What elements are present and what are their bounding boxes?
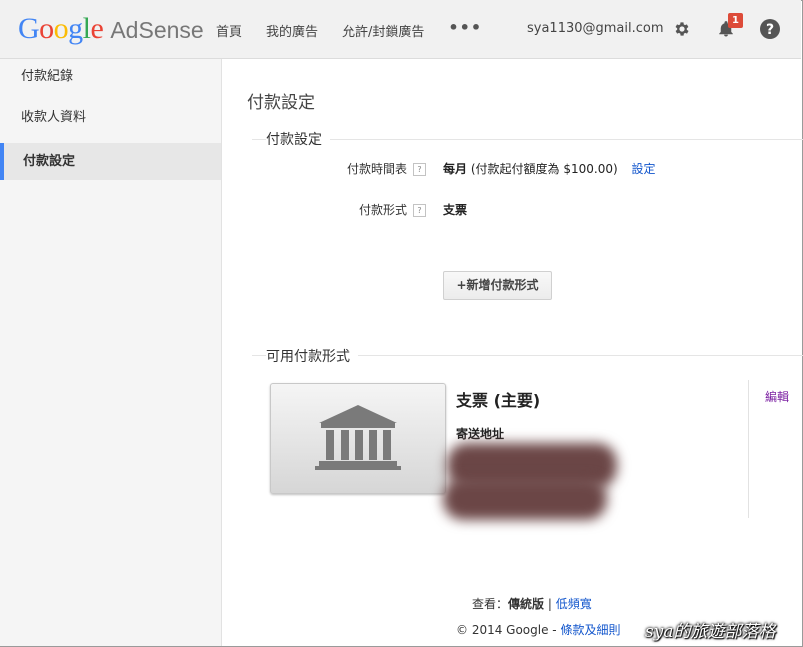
adsense-logo[interactable]: Google AdSense xyxy=(18,12,204,48)
copyright-text: © 2014 Google - xyxy=(456,623,557,637)
view-classic: 傳統版 xyxy=(508,597,545,611)
mailing-address-label: 寄送地址 xyxy=(456,427,505,441)
add-payment-method-button[interactable]: +新增付款形式 xyxy=(443,271,552,300)
sidebar-item-payment-settings[interactable]: 付款設定 xyxy=(0,143,221,180)
help-icon[interactable]: ? xyxy=(760,19,780,39)
watermark: sya的旅遊部落格 xyxy=(645,622,776,642)
nav-home[interactable]: 首頁 xyxy=(216,21,242,40)
product-name: AdSense xyxy=(110,17,204,43)
settings-section-heading: 付款設定 xyxy=(266,129,330,149)
schedule-label: 付款時間表 xyxy=(346,162,407,176)
page-title: 付款設定 xyxy=(247,93,315,113)
terms-link[interactable]: 條款及細則 xyxy=(560,623,620,637)
redacted-address xyxy=(443,478,607,520)
notification-badge: 1 xyxy=(728,13,743,28)
payment-form-label: 付款形式 xyxy=(358,203,407,217)
schedule-help-icon[interactable]: ? xyxy=(413,163,426,176)
nav-allow-block-ads[interactable]: 允許/封鎖廣告 xyxy=(342,21,424,40)
schedule-threshold: (付款起付額度為 $100.00) xyxy=(470,162,618,176)
column-divider xyxy=(748,380,749,518)
payment-method-title: 支票 (主要) xyxy=(456,391,541,410)
google-wordmark: Google xyxy=(18,12,104,45)
view-separator: | xyxy=(547,597,552,611)
view-label: 查看： xyxy=(472,597,509,611)
schedule-frequency: 每月 xyxy=(443,162,468,176)
gear-icon[interactable] xyxy=(672,19,692,39)
view-low-bandwidth-link[interactable]: 低頻寬 xyxy=(556,597,592,611)
copyright: © 2014 Google - 條款及細則 xyxy=(456,621,620,638)
more-menu-icon[interactable]: ••• xyxy=(448,18,482,40)
sidebar-item-payee-profile[interactable]: 收款人資料 xyxy=(0,102,221,143)
payment-form-help-icon[interactable]: ? xyxy=(413,204,426,217)
sidebar: 付款紀錄 收款人資料 付款設定 xyxy=(0,59,222,646)
bank-building-icon xyxy=(315,405,401,470)
account-email[interactable]: sya1130@gmail.com xyxy=(527,21,664,36)
available-methods-heading: 可用付款形式 xyxy=(266,346,358,366)
view-switcher: 查看：傳統版 | 低頻寬 xyxy=(472,595,592,612)
schedule-settings-link[interactable]: 設定 xyxy=(631,162,655,176)
schedule-label-row: 付款時間表? xyxy=(330,160,426,177)
edit-link[interactable]: 編輯 xyxy=(765,388,789,405)
section-divider xyxy=(252,139,803,140)
bank-card xyxy=(270,383,446,494)
payment-form-label-row: 付款形式? xyxy=(330,201,426,218)
top-bar: Google AdSense 首頁 我的廣告 允許/封鎖廣告 ••• sya11… xyxy=(0,0,801,59)
payment-form-value: 支票 xyxy=(443,203,468,217)
nav-my-ads[interactable]: 我的廣告 xyxy=(266,21,318,40)
svg-text:?: ? xyxy=(766,22,774,38)
sidebar-item-payment-history[interactable]: 付款紀錄 xyxy=(0,61,221,102)
main-nav: 首頁 我的廣告 允許/封鎖廣告 ••• xyxy=(216,18,506,40)
schedule-value: 每月 (付款起付額度為 $100.00) 設定 xyxy=(443,160,656,177)
